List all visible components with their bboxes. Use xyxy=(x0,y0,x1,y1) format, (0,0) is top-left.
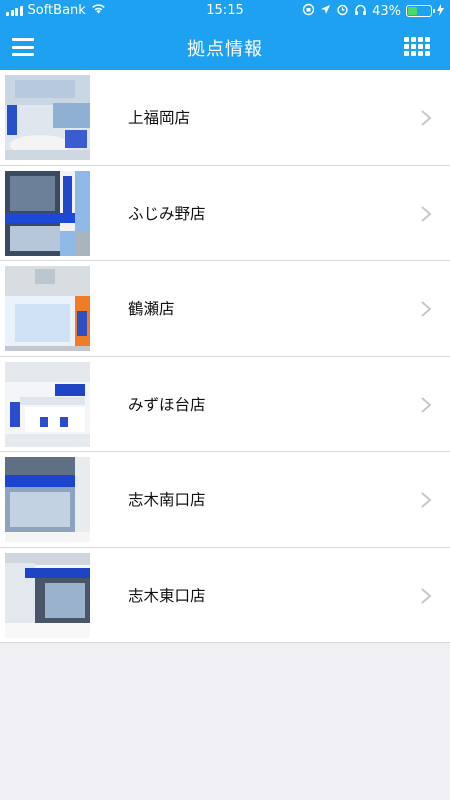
chevron-right-icon xyxy=(421,110,432,126)
store-name: ふじみ野店 xyxy=(128,204,206,223)
headphones-icon xyxy=(354,3,367,19)
store-list-item[interactable]: みずほ台店 xyxy=(0,356,450,452)
store-street-photo xyxy=(5,552,90,638)
battery-percent: 43% xyxy=(372,3,401,19)
chevron-right-icon xyxy=(421,587,432,604)
battery-icon xyxy=(406,5,435,17)
store-list-item[interactable]: 鶴瀬店 xyxy=(0,261,450,357)
chevron-right-icon xyxy=(421,492,432,508)
store-list-item[interactable]: 志木東口店 xyxy=(0,547,450,643)
store-name: みずほ台店 xyxy=(128,395,206,414)
store-front-photo xyxy=(5,457,90,542)
nav-bar: 拠点情報 xyxy=(0,22,450,70)
alarm-icon xyxy=(336,3,349,19)
charging-icon xyxy=(437,3,444,19)
status-bar: SoftBank 15:15 43% xyxy=(0,0,450,22)
store-name: 志木東口店 xyxy=(128,586,206,605)
store-list-item[interactable]: ふじみ野店 xyxy=(0,165,450,261)
chevron-right-icon xyxy=(421,301,432,317)
page-title: 拠点情報 xyxy=(187,39,263,60)
store-building-photo xyxy=(5,170,90,256)
store-interior-photo xyxy=(5,75,90,160)
app-header: SoftBank 15:15 43% 拠点情報 xyxy=(0,0,450,70)
store-name: 志木南口店 xyxy=(128,491,206,509)
store-list: 上福岡店 ふじみ野店 鶴瀬店 みずほ台店 志木南口店 志木東口店 xyxy=(0,70,450,643)
grid-menu-icon[interactable] xyxy=(404,37,430,57)
store-list-item[interactable]: 志木南口店 xyxy=(0,452,450,548)
chevron-right-icon xyxy=(421,205,432,222)
store-name: 鶴瀬店 xyxy=(128,300,175,318)
location-icon xyxy=(320,4,331,18)
store-interior-photo xyxy=(5,361,90,447)
store-front-photo xyxy=(5,266,90,351)
store-name: 上福岡店 xyxy=(128,109,191,127)
orientation-lock-icon xyxy=(302,3,315,19)
store-list-item[interactable]: 上福岡店 xyxy=(0,70,450,166)
chevron-right-icon xyxy=(421,396,432,413)
